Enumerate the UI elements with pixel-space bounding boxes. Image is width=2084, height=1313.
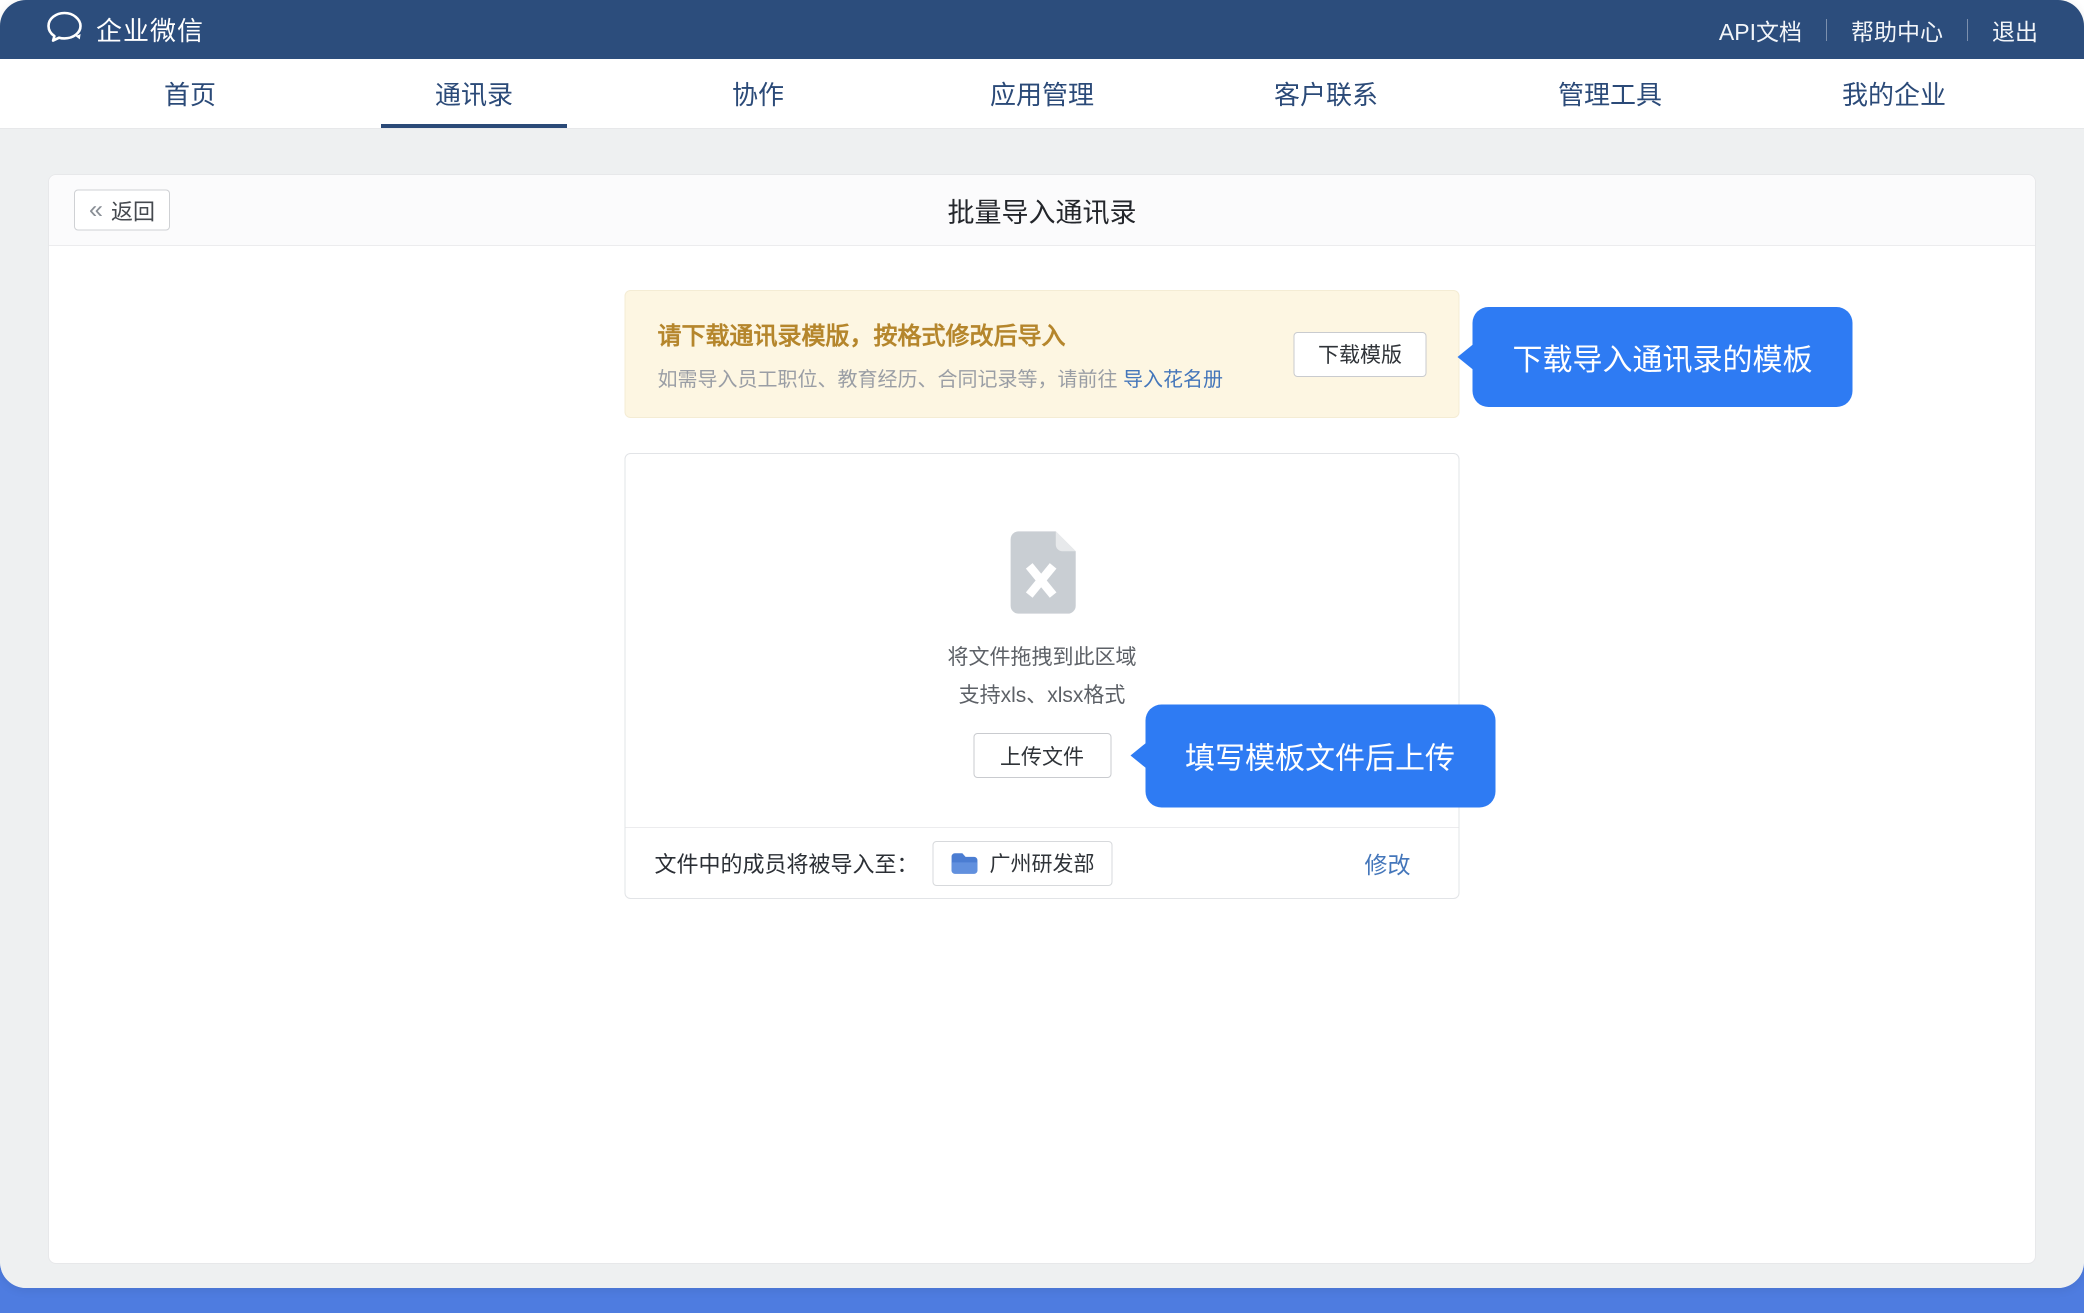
wework-logo-icon — [46, 11, 83, 48]
app-window: 企业微信 API文档 帮助中心 退出 首页 通讯录 协作 应用管理 客户联系 管… — [0, 0, 2084, 1288]
content-column: 请下载通讯录模版，按格式修改后导入 如需导入员工职位、教育经历、合同记录等，请前… — [625, 246, 1460, 899]
screenshot-canvas: 企业微信 API文档 帮助中心 退出 首页 通讯录 协作 应用管理 客户联系 管… — [0, 0, 2084, 1313]
nav-app-management[interactable]: 应用管理 — [900, 59, 1184, 128]
nav-my-company[interactable]: 我的企业 — [1752, 59, 2036, 128]
format-hint-text: 支持xls、xlsx格式 — [959, 679, 1126, 709]
main-nav: 首页 通讯录 协作 应用管理 客户联系 管理工具 我的企业 — [0, 59, 2084, 129]
download-template-button[interactable]: 下载模版 — [1294, 332, 1427, 377]
department-name: 广州研发部 — [990, 848, 1095, 878]
import-target-row: 文件中的成员将被导入至： 广州研发部 修改 — [626, 827, 1459, 898]
modify-link[interactable]: 修改 — [1365, 846, 1411, 880]
department-chip[interactable]: 广州研发部 — [933, 841, 1113, 886]
notice-title: 请下载通讯录模版，按格式修改后导入 — [658, 316, 1264, 351]
nav-customer-contact[interactable]: 客户联系 — [1184, 59, 1468, 128]
notice-subtitle: 如需导入员工职位、教育经历、合同记录等，请前往 导入花名册 — [658, 363, 1264, 392]
panel-header: « 返回 批量导入通讯录 — [49, 175, 2035, 246]
double-chevron-left-icon: « — [89, 198, 103, 223]
nav-admin-tools[interactable]: 管理工具 — [1468, 59, 1752, 128]
topbar: 企业微信 API文档 帮助中心 退出 — [0, 0, 2084, 59]
import-target-label: 文件中的成员将被导入至： — [655, 847, 919, 879]
drag-hint-text: 将文件拖拽到此区域 — [948, 641, 1137, 671]
nav-collaboration[interactable]: 协作 — [616, 59, 900, 128]
import-panel: « 返回 批量导入通讯录 请下载通讯录模版，按格式修改后导入 如需导入员工职位、… — [48, 174, 2036, 1264]
page-title: 批量导入通讯录 — [948, 191, 1137, 230]
download-template-callout: 下载导入通讯录的模板 — [1473, 307, 1853, 407]
import-roster-link[interactable]: 导入花名册 — [1123, 369, 1223, 391]
upload-file-callout: 填写模板文件后上传 — [1145, 704, 1495, 807]
nav-inner: 首页 通讯录 协作 应用管理 客户联系 管理工具 我的企业 — [48, 59, 2036, 128]
topbar-links: API文档 帮助中心 退出 — [1719, 13, 2038, 47]
api-docs-link[interactable]: API文档 — [1719, 13, 1802, 47]
upload-button-area: 上传文件 填写模板文件后上传 — [973, 733, 1111, 778]
topbar-divider — [1967, 19, 1968, 41]
upload-dropzone[interactable]: 将文件拖拽到此区域 支持xls、xlsx格式 上传文件 填写模板文件后上传 文件… — [625, 453, 1460, 899]
logout-link[interactable]: 退出 — [1992, 13, 2038, 47]
notice-subtitle-text: 如需导入员工职位、教育经历、合同记录等，请前往 — [658, 369, 1124, 391]
brand[interactable]: 企业微信 — [46, 11, 204, 48]
brand-name: 企业微信 — [96, 11, 204, 48]
help-center-link[interactable]: 帮助中心 — [1851, 13, 1943, 47]
notice-text: 请下载通讯录模版，按格式修改后导入 如需导入员工职位、教育经历、合同记录等，请前… — [658, 316, 1264, 392]
folder-icon — [951, 852, 979, 875]
nav-contacts[interactable]: 通讯录 — [332, 59, 616, 128]
back-button[interactable]: « 返回 — [74, 190, 170, 231]
upload-file-button[interactable]: 上传文件 — [973, 733, 1111, 778]
excel-file-icon — [1006, 530, 1078, 615]
page-background: « 返回 批量导入通讯录 请下载通讯录模版，按格式修改后导入 如需导入员工职位、… — [0, 129, 2084, 1288]
template-notice: 请下载通讯录模版，按格式修改后导入 如需导入员工职位、教育经历、合同记录等，请前… — [625, 290, 1460, 418]
topbar-divider — [1826, 19, 1827, 41]
back-button-label: 返回 — [111, 194, 155, 226]
nav-home[interactable]: 首页 — [48, 59, 332, 128]
